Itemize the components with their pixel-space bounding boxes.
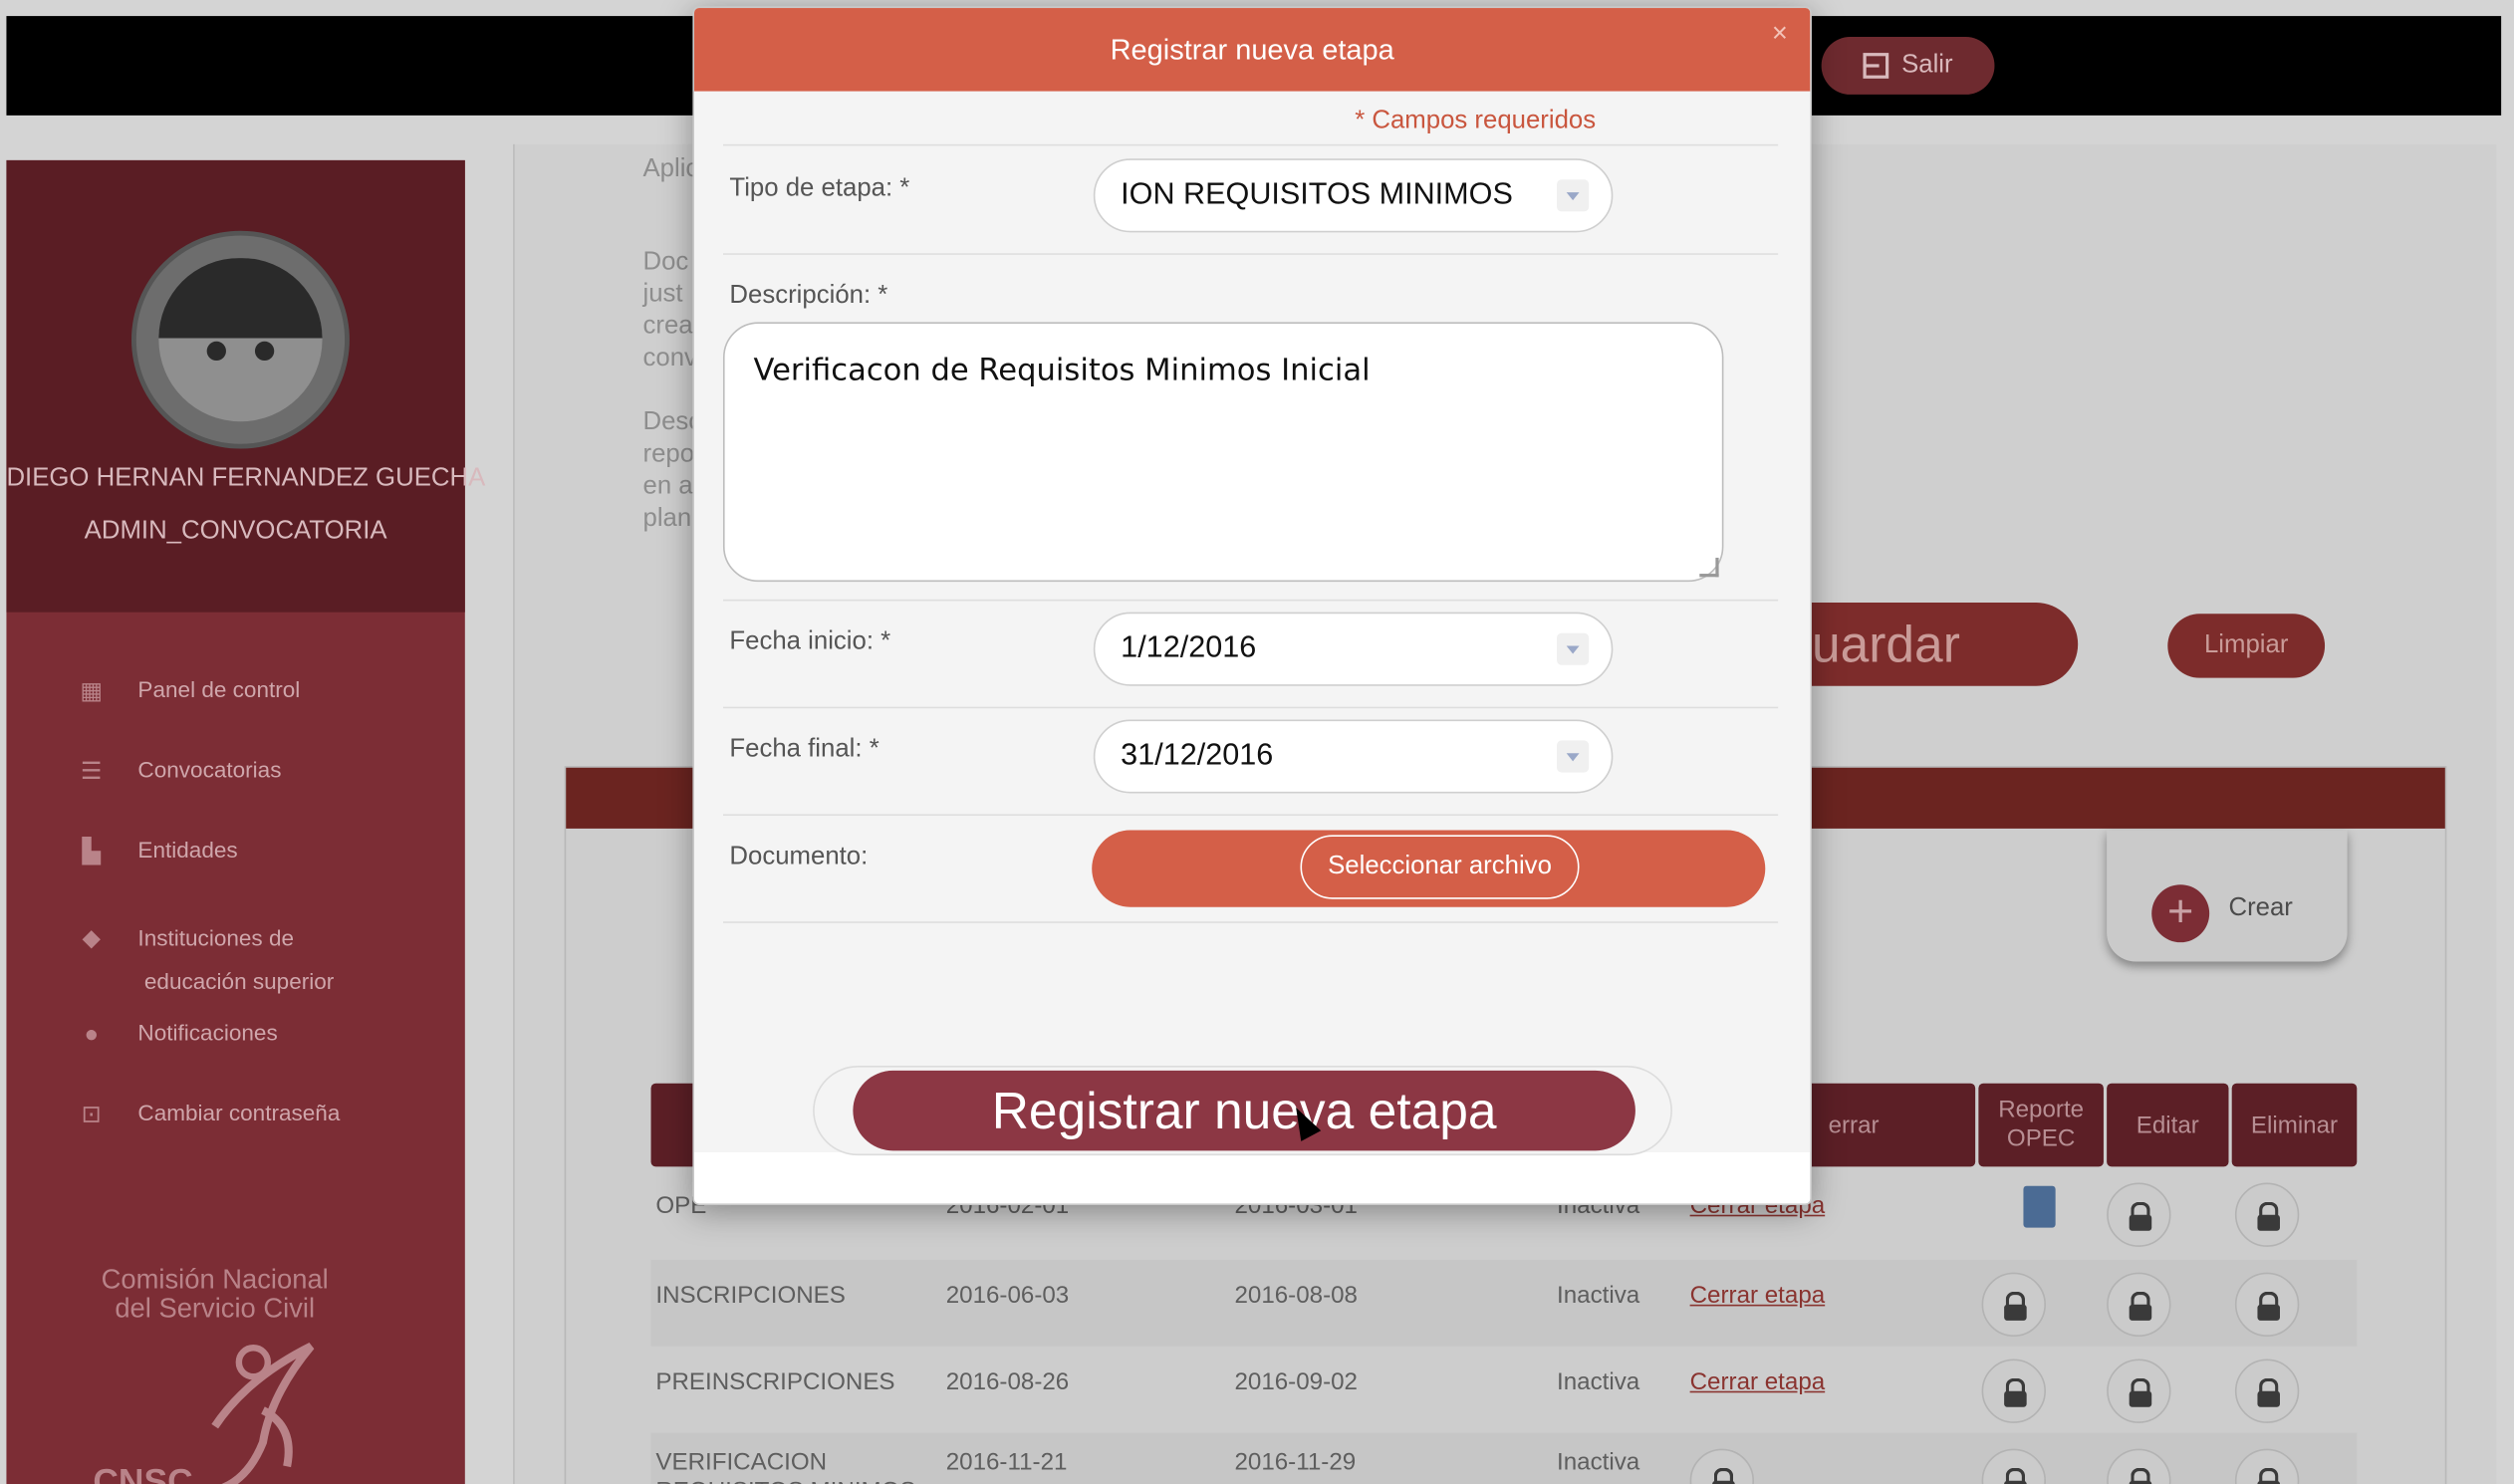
register-stage-dialog: Registrar nueva etapa × * Campos requeri… (692, 6, 1812, 1206)
file-input: Seleccionar archivo (1092, 830, 1766, 907)
submit-container: Registrar nueva etapa (813, 1066, 1672, 1156)
divider (722, 599, 1779, 602)
description-value: Verificacon de Requisitos Minimos Inicia… (753, 353, 1371, 388)
end-date-picker[interactable]: 31/12/2016 (1093, 719, 1614, 794)
document-label: Documento: (729, 843, 869, 870)
required-fields-note: * Campos requeridos (1355, 107, 1597, 135)
divider (722, 706, 1779, 709)
dialog-body: * Campos requeridos Tipo de etapa: * ION… (694, 91, 1811, 1156)
register-stage-button[interactable]: Registrar nueva etapa (853, 1070, 1635, 1151)
start-date-label: Fecha inicio: * (729, 627, 891, 656)
divider (722, 253, 1779, 255)
divider (722, 814, 1779, 817)
dialog-title: Registrar nueva etapa (1110, 32, 1394, 66)
chevron-down-icon (1557, 179, 1590, 212)
start-date-picker[interactable]: 1/12/2016 (1093, 612, 1614, 686)
stage-type-value: ION REQUISITOS MINIMOS (1121, 177, 1513, 212)
end-date-value: 31/12/2016 (1121, 738, 1274, 773)
select-file-button[interactable]: Seleccionar archivo (1300, 835, 1580, 899)
end-date-label: Fecha final: * (729, 735, 880, 763)
dialog-header: Registrar nueva etapa × (694, 8, 1811, 92)
chevron-down-icon (1557, 740, 1590, 773)
close-icon[interactable]: × (1772, 18, 1788, 50)
description-textarea[interactable]: Verificacon de Requisitos Minimos Inicia… (722, 322, 1724, 583)
divider (722, 921, 1779, 923)
divider (722, 143, 1779, 146)
stage-type-select[interactable]: ION REQUISITOS MINIMOS (1093, 158, 1614, 233)
description-label: Descripción: * (729, 282, 888, 310)
start-date-value: 1/12/2016 (1121, 630, 1257, 665)
resize-handle-icon[interactable] (1699, 557, 1719, 578)
stage-type-label: Tipo de etapa: * (729, 174, 910, 202)
screen: Salir DIEGO HERNAN FERNANDEZ GUECHA ADMI… (0, 0, 2514, 1484)
chevron-down-icon (1557, 632, 1590, 665)
